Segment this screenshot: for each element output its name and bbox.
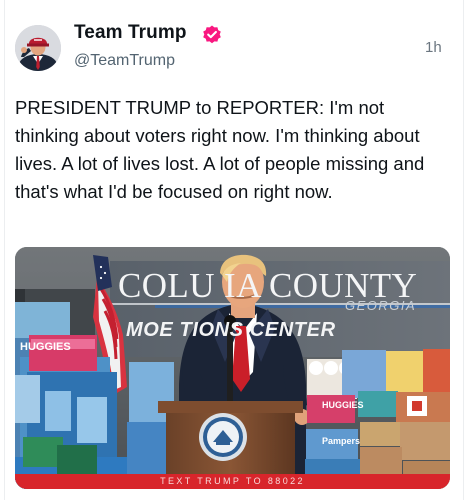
avatar[interactable] xyxy=(15,25,61,71)
handle[interactable]: @TeamTrump xyxy=(74,52,175,70)
box-label-pampers: Pampers xyxy=(322,436,361,446)
avatar-image xyxy=(15,25,61,71)
post-text: PRESIDENT TRUMP to REPORTER: I'm not thi… xyxy=(15,97,425,202)
box-label-huggies-right: HUGGIES xyxy=(322,400,364,410)
text-banner: TEXT TRUMP TO 88022 xyxy=(15,474,450,489)
verified-badge-icon xyxy=(201,24,223,46)
sign-subtitle: GEORGIA xyxy=(345,298,417,313)
banner-text: TEXT TRUMP TO 88022 xyxy=(160,476,305,486)
sign-caption: MOE TIONS CENTER xyxy=(126,319,336,341)
display-name[interactable]: Team Trump xyxy=(74,22,187,44)
box-label-huggies-left: HUGGIES xyxy=(20,341,71,353)
timestamp[interactable]: 1h xyxy=(425,39,442,56)
